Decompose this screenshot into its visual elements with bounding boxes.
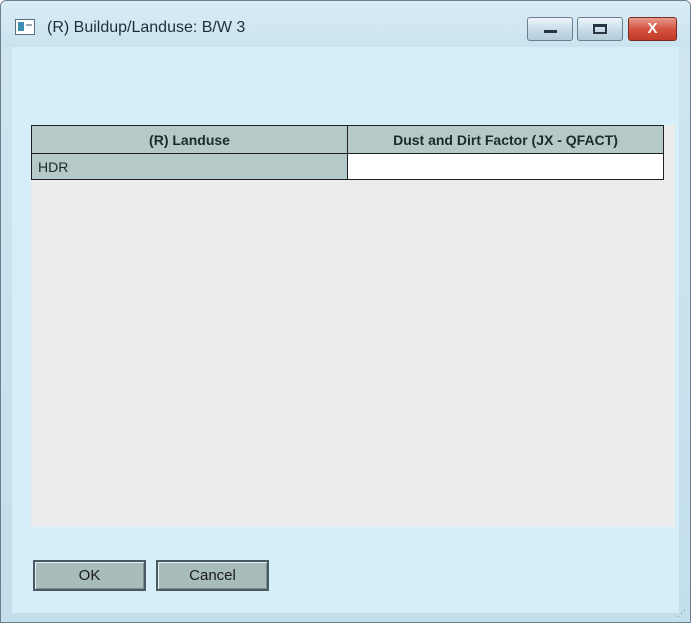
resize-grip-icon[interactable]: ⋰ (676, 608, 686, 618)
app-window-icon[interactable] (15, 19, 35, 35)
dialog-content: (R) Landuse Dust and Dirt Factor (JX - Q… (12, 47, 679, 613)
close-icon: X (647, 20, 658, 37)
minimize-icon (544, 30, 557, 33)
data-grid: (R) Landuse Dust and Dirt Factor (JX - Q… (31, 125, 675, 527)
dialog-window: (R) Buildup/Landuse: B/W 3 X (R) Landuse… (0, 0, 691, 623)
landuse-table: (R) Landuse Dust and Dirt Factor (JX - Q… (31, 125, 664, 180)
close-button[interactable]: X (628, 17, 677, 41)
maximize-button[interactable] (577, 17, 623, 41)
table-row: HDR (31, 153, 664, 180)
row-header-landuse[interactable]: HDR (31, 153, 348, 180)
maximize-icon (593, 24, 607, 34)
minimize-button[interactable] (527, 17, 573, 41)
dust-dirt-factor-cell[interactable] (347, 153, 664, 180)
table-header-row: (R) Landuse Dust and Dirt Factor (JX - Q… (31, 125, 664, 154)
column-header-landuse[interactable]: (R) Landuse (31, 125, 348, 154)
title-bar[interactable]: (R) Buildup/Landuse: B/W 3 X (1, 1, 690, 47)
column-header-dust-dirt-factor[interactable]: Dust and Dirt Factor (JX - QFACT) (347, 125, 664, 154)
ok-button[interactable]: OK (33, 560, 146, 591)
cancel-button[interactable]: Cancel (156, 560, 269, 591)
window-title: (R) Buildup/Landuse: B/W 3 (47, 19, 246, 36)
